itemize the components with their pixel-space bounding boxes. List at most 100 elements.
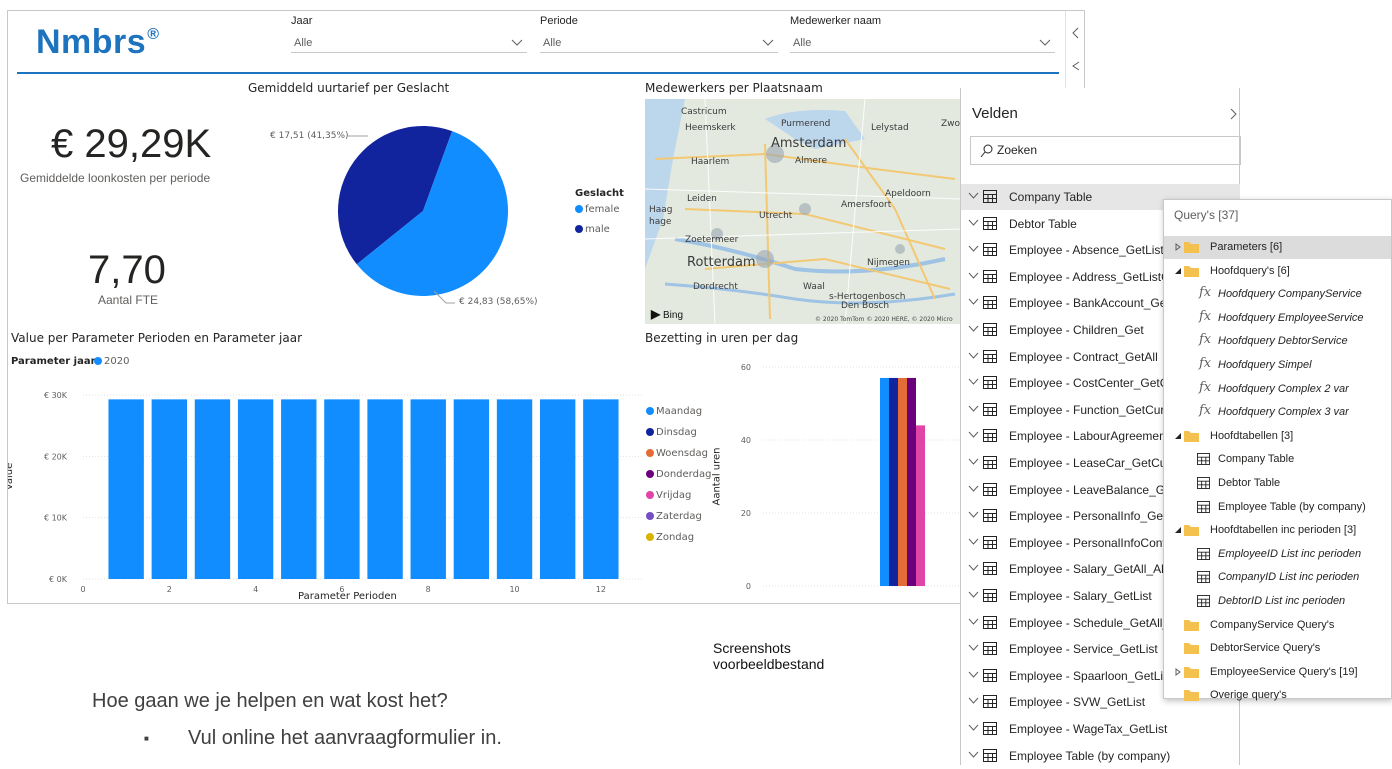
query-item[interactable]: DebtorService Query's [1164, 637, 1391, 660]
search-field[interactable]: Zoeken [970, 136, 1241, 165]
map-city: Nijmegen [867, 258, 910, 268]
query-item[interactable]: CompanyService Query's [1164, 614, 1391, 637]
slicer-dropdown[interactable]: Alle [790, 33, 1055, 53]
bar[interactable] [108, 399, 144, 579]
bar[interactable] [539, 399, 576, 579]
nmbrs-logo: Nmbrs® [36, 23, 160, 62]
slicer-medewerker[interactable]: Medewerker naam Alle [790, 15, 1055, 53]
query-item[interactable]: Company Table [1164, 448, 1391, 471]
query-item[interactable]: Hoofdquery's [6] [1164, 260, 1391, 283]
chevron-down-icon[interactable] [968, 458, 979, 466]
chevron-down-icon[interactable] [968, 325, 979, 333]
chevron-down-icon[interactable] [968, 431, 979, 439]
x-tick-label: 10 [509, 585, 519, 593]
bar[interactable] [410, 399, 446, 579]
query-item[interactable]: Employee Table (by company) [1164, 496, 1391, 519]
legend-label: Donderdag [656, 469, 712, 480]
bar[interactable] [194, 399, 231, 579]
query-item[interactable]: Debtor Table [1164, 472, 1391, 495]
chevron-down-icon[interactable] [968, 538, 979, 546]
bar[interactable] [453, 399, 490, 579]
collapse-arrow-icon[interactable] [1174, 432, 1182, 440]
slicer-dropdown[interactable]: Alle [540, 33, 778, 53]
legend-dot [575, 205, 583, 213]
field-table-label: Employee - Spaarloon_GetList [1009, 668, 1173, 683]
day-bar[interactable] [916, 425, 925, 586]
chevron-down-icon[interactable] [968, 511, 979, 519]
chevron-down-icon[interactable] [968, 245, 979, 253]
chevron-down-icon[interactable] [968, 405, 979, 413]
legend-label: male [585, 224, 610, 235]
query-item[interactable]: fx Hoofdquery Simpel [1164, 354, 1391, 377]
pie-label-female: € 24,83 (58,65%) [459, 297, 538, 307]
folder-icon [1184, 430, 1199, 442]
chevron-down-icon[interactable] [968, 192, 979, 200]
chevron-down-icon[interactable] [968, 618, 979, 626]
bar[interactable] [496, 399, 533, 579]
query-item[interactable]: Overige query's [1164, 684, 1391, 707]
x-tick-label: 8 [426, 585, 431, 593]
query-item[interactable]: fx Hoofdquery Complex 2 var [1164, 378, 1391, 401]
day-bar[interactable] [898, 377, 907, 586]
query-item[interactable]: EmployeeID List inc perioden [1164, 543, 1391, 566]
day-bar[interactable] [907, 377, 916, 586]
collapse-arrow-icon[interactable] [1174, 526, 1182, 534]
map-city: Castricum [681, 107, 727, 117]
chevron-down-icon[interactable] [968, 671, 979, 679]
chevron-down-icon[interactable] [968, 724, 979, 732]
chevron-down-icon[interactable] [968, 378, 979, 386]
day-legend-item: Maandag [646, 406, 702, 417]
slicer-jaar[interactable]: Jaar Alle [291, 15, 527, 53]
query-item[interactable]: Parameters [6] [1164, 236, 1391, 259]
folder-icon [1184, 643, 1199, 655]
query-item[interactable]: Hoofdtabellen inc perioden [3] [1164, 519, 1391, 542]
chevron-down-icon[interactable] [968, 564, 979, 572]
day-bar[interactable] [880, 377, 889, 586]
map-visual[interactable]: Castricum Heemskerk Purmerend Lelystad A… [645, 99, 961, 324]
y-tick-label: € 30K [44, 391, 68, 400]
table-icon [983, 296, 997, 310]
slicer-dropdown[interactable]: Alle [291, 33, 527, 53]
query-item[interactable]: CompanyID List inc perioden [1164, 566, 1391, 589]
query-item[interactable]: EmployeeService Query's [19] [1164, 661, 1391, 684]
chevron-down-icon[interactable] [968, 697, 979, 705]
bar[interactable] [237, 399, 274, 579]
query-item[interactable]: fx Hoofdquery DebtorService [1164, 330, 1391, 353]
bar[interactable] [151, 399, 188, 579]
chevron-right-icon[interactable] [1229, 108, 1237, 120]
slicer-periode[interactable]: Periode Alle [540, 15, 778, 53]
field-table-item[interactable]: Employee - WageTax_GetList [961, 716, 1240, 742]
query-item[interactable]: fx Hoofdquery EmployeeService [1164, 307, 1391, 330]
legend-dot [646, 491, 654, 499]
chevron-down-icon[interactable] [968, 298, 979, 306]
field-table-label: Employee - WageTax_GetList [1009, 722, 1168, 736]
slicer-label: Jaar [291, 15, 313, 27]
query-item[interactable]: DebtorID List inc perioden [1164, 590, 1391, 613]
chevron-left-icon[interactable] [1072, 27, 1080, 39]
query-item[interactable]: fx Hoofdquery Complex 3 var [1164, 401, 1391, 424]
bar[interactable] [281, 399, 317, 579]
chevron-down-icon[interactable] [968, 751, 979, 759]
chevron-down-icon[interactable] [968, 272, 979, 280]
table-icon [983, 535, 997, 549]
expand-arrow-icon[interactable] [1174, 667, 1182, 676]
filter-pane-icon[interactable] [1071, 61, 1081, 71]
table-icon [983, 615, 997, 629]
table-icon [983, 509, 997, 523]
bar[interactable] [324, 399, 360, 579]
chevron-down-icon[interactable] [968, 219, 979, 227]
expand-arrow-icon[interactable] [1174, 243, 1182, 251]
query-item[interactable]: Hoofdtabellen [3] [1164, 425, 1391, 448]
chevron-down-icon[interactable] [968, 485, 979, 493]
day-bar[interactable] [889, 377, 898, 586]
query-item[interactable]: fx Hoofdquery CompanyService [1164, 283, 1391, 306]
bar[interactable] [367, 399, 403, 579]
map-city: Haag [649, 205, 673, 215]
chevron-down-icon[interactable] [968, 644, 979, 652]
chevron-down-icon[interactable] [968, 352, 979, 360]
collapse-arrow-icon[interactable] [1174, 267, 1182, 275]
chevron-down-icon[interactable] [968, 591, 979, 599]
folder-icon [1184, 525, 1199, 537]
map-city: Waal [803, 282, 825, 292]
bar[interactable] [583, 399, 619, 579]
